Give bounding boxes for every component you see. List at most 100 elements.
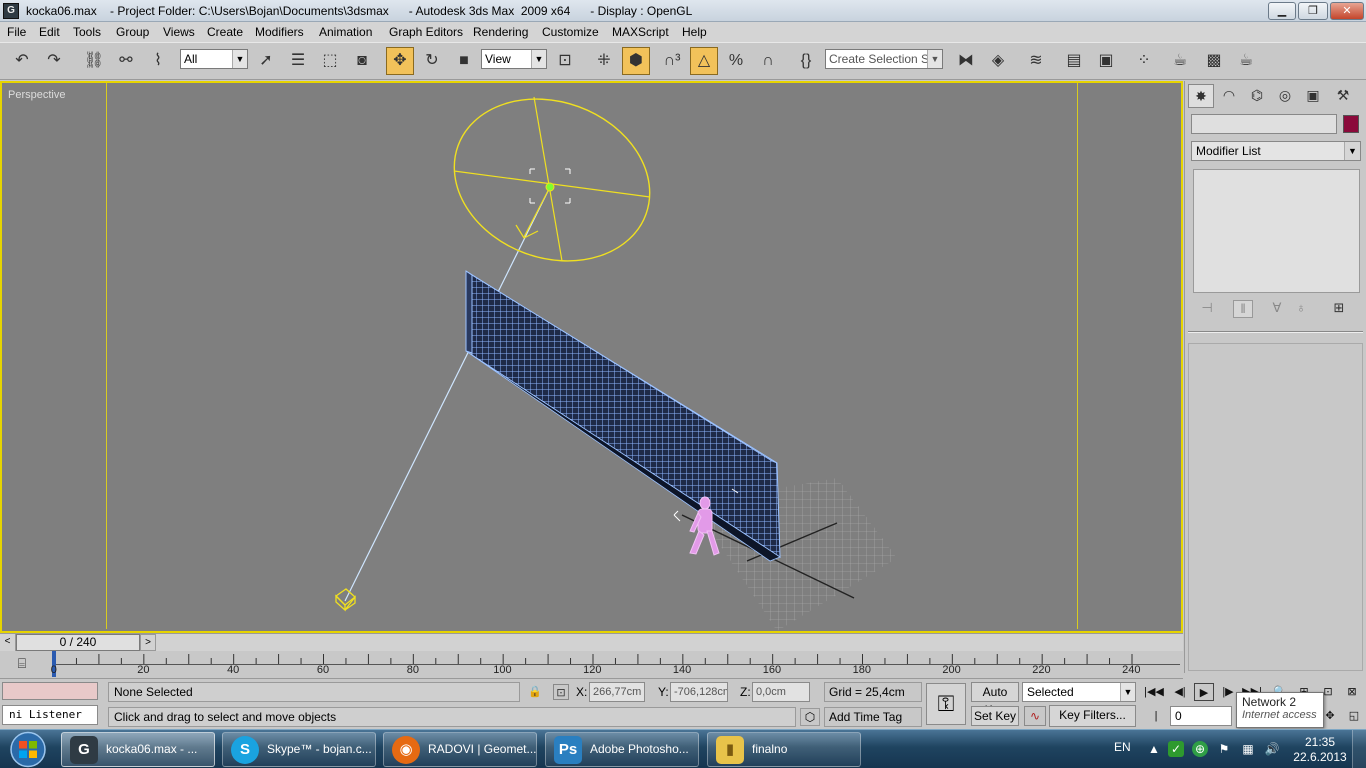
modifier-stack[interactable] [1193,169,1360,293]
menu-create[interactable]: Create [207,25,243,39]
modify-tab-icon[interactable]: ◠ [1216,84,1242,108]
menu-views[interactable]: Views [163,25,195,39]
maximize-button[interactable]: ❐ [1298,2,1328,20]
go-to-start-button[interactable]: |◀◀ [1144,683,1164,701]
align-icon[interactable]: ◈ [984,47,1012,75]
link-icon[interactable]: ⛓ [80,47,108,75]
play-button[interactable]: ▶ [1194,683,1214,701]
pin-stack-icon[interactable]: ⊣ [1197,300,1217,318]
undo-icon[interactable]: ↶ [8,47,36,75]
scene-canvas[interactable] [2,83,1181,631]
previous-key-button[interactable]: ◀| [1170,683,1190,701]
taskbar-item-photoshop[interactable]: Ps Adobe Photosho... [545,732,699,767]
add-time-tag-button[interactable]: Add Time Tag [824,707,922,727]
scale-icon[interactable]: ■ [450,47,478,75]
menu-maxscript[interactable]: MAXScript [612,25,669,39]
unlink-icon[interactable]: ⚯ [112,47,140,75]
taskbar-item-firefox[interactable]: ◉ RADOVI | Geomet... [383,732,537,767]
set-key-button[interactable]: Set Key [971,706,1019,726]
object-color-swatch[interactable] [1343,115,1359,133]
material-editor-icon[interactable]: ⁘ [1130,47,1158,75]
schematic-view-icon[interactable]: ▣ [1092,47,1120,75]
language-indicator[interactable]: EN [1114,740,1131,754]
menu-help[interactable]: Help [682,25,707,39]
lock-icon[interactable]: 🔒 [527,684,543,700]
remove-modifier-icon[interactable]: ♁ [1291,300,1311,318]
edit-named-sel-icon[interactable]: {} [792,47,820,75]
tray-app-icon[interactable]: ✓ [1168,741,1184,757]
auto-key-button[interactable]: Auto Key [971,682,1019,717]
tray-update-icon[interactable]: ⊕ [1192,741,1208,757]
taskbar-item-folder[interactable]: ▮ finalno [707,732,861,767]
snap-3d-icon[interactable]: ∩³ [658,47,686,75]
show-end-result-icon[interactable]: ‖ [1233,300,1253,318]
default-in-out-tangent-icon[interactable]: ∿ [1024,706,1046,726]
keyboard-shortcut-icon[interactable]: ⬢ [622,47,650,75]
bind-spacewarp-icon[interactable]: ⌇ [144,47,172,75]
menu-file[interactable]: File [7,25,26,39]
spinner-snap-icon[interactable]: ∩ [754,47,782,75]
menu-rendering[interactable]: Rendering [473,25,528,39]
title-bar[interactable]: G kocka06.max - Project Folder: C:\Users… [0,0,1366,22]
object-name-field[interactable] [1191,114,1337,134]
absolute-mode-icon[interactable]: ⊡ [553,684,569,700]
menu-animation[interactable]: Animation [319,25,372,39]
angle-snap-icon[interactable]: △ [690,47,718,75]
reference-coord-dropdown[interactable]: View ▼ [481,49,547,69]
motion-tab-icon[interactable]: ◎ [1272,84,1298,108]
quick-render-icon[interactable]: ☕ [1232,47,1260,75]
menu-customize[interactable]: Customize [542,25,599,39]
pivot-icon[interactable]: ⊡ [551,47,579,75]
show-desktop-button[interactable] [1352,730,1366,768]
percent-snap-icon[interactable]: % [722,47,750,75]
volume-icon[interactable]: 🔊 [1264,741,1280,757]
create-tab-icon[interactable]: ✸ [1188,84,1214,108]
open-mini-curve-editor-icon[interactable]: ⌸ [10,655,34,673]
time-slider-thumb[interactable]: 0 / 240 [16,634,140,651]
parameters-rollout-area[interactable] [1188,343,1363,671]
menu-edit[interactable]: Edit [39,25,60,39]
curve-editor-icon[interactable]: ▤ [1060,47,1088,75]
network-icon[interactable]: ▦ [1240,741,1256,757]
window-crossing-icon[interactable]: ◙ [348,47,376,75]
taskbar-item-3dsmax[interactable]: G kocka06.max - ... [61,732,215,767]
menu-tools[interactable]: Tools [73,25,101,39]
maximize-viewport-icon[interactable]: ◱ [1344,707,1364,725]
viewport-label[interactable]: Perspective [8,89,65,101]
key-filters-button[interactable]: Key Filters... [1049,705,1136,727]
make-unique-icon[interactable]: ∀ [1267,300,1287,318]
prev-frame-button[interactable]: < [0,634,16,651]
maxscript-listener-input[interactable]: ni Listener [2,705,98,725]
menu-modifiers[interactable]: Modifiers [255,25,304,39]
x-coordinate-field[interactable]: 266,77cm [589,682,645,702]
time-tag-icon[interactable]: ⬡ [800,708,820,726]
next-frame-button[interactable]: > [140,634,156,651]
app-icon[interactable]: G [3,3,19,19]
close-button[interactable]: ✕ [1330,2,1364,20]
select-icon[interactable]: ➚ [252,47,280,75]
configure-sets-icon[interactable]: ⊞ [1329,300,1349,318]
render-setup-icon[interactable]: ☕ [1166,47,1194,75]
select-by-name-icon[interactable]: ☰ [284,47,312,75]
named-selection-sets-dropdown[interactable]: Create Selection Set ▼ [825,49,943,69]
key-mode-dropdown[interactable]: Selected ▼ [1022,682,1136,702]
action-center-icon[interactable]: ⚑ [1216,741,1232,757]
rendered-frame-icon[interactable]: ▩ [1200,47,1228,75]
perspective-viewport[interactable]: Perspective [0,81,1183,633]
key-mode-toggle-icon[interactable]: |◀▶| [1146,707,1166,740]
rect-region-icon[interactable]: ⬚ [316,47,344,75]
taskbar-item-skype[interactable]: S Skype™ - bojan.c... [222,732,376,767]
windows-start-icon[interactable] [4,731,52,768]
time-slider[interactable]: < 0 / 240 > [0,633,1183,651]
tray-expand-icon[interactable]: ▲ [1146,741,1162,757]
menu-group[interactable]: Group [116,25,149,39]
track-bar[interactable]: ⌸ 0 20 40 60 80 100 120 140 160 180 200 220 240 [0,651,1183,679]
current-frame-field[interactable]: 0 [1170,706,1232,726]
manipulate-icon[interactable]: ⁜ [590,47,618,75]
mirror-icon[interactable]: ⧓ [952,47,980,75]
move-icon[interactable]: ✥ [386,47,414,75]
maxscript-mini-listener-output[interactable] [2,682,98,700]
modifier-list-dropdown[interactable]: Modifier List ▼ [1191,141,1361,161]
set-key-icon[interactable]: ⚿ [926,683,966,725]
spotlight[interactable] [431,83,672,287]
